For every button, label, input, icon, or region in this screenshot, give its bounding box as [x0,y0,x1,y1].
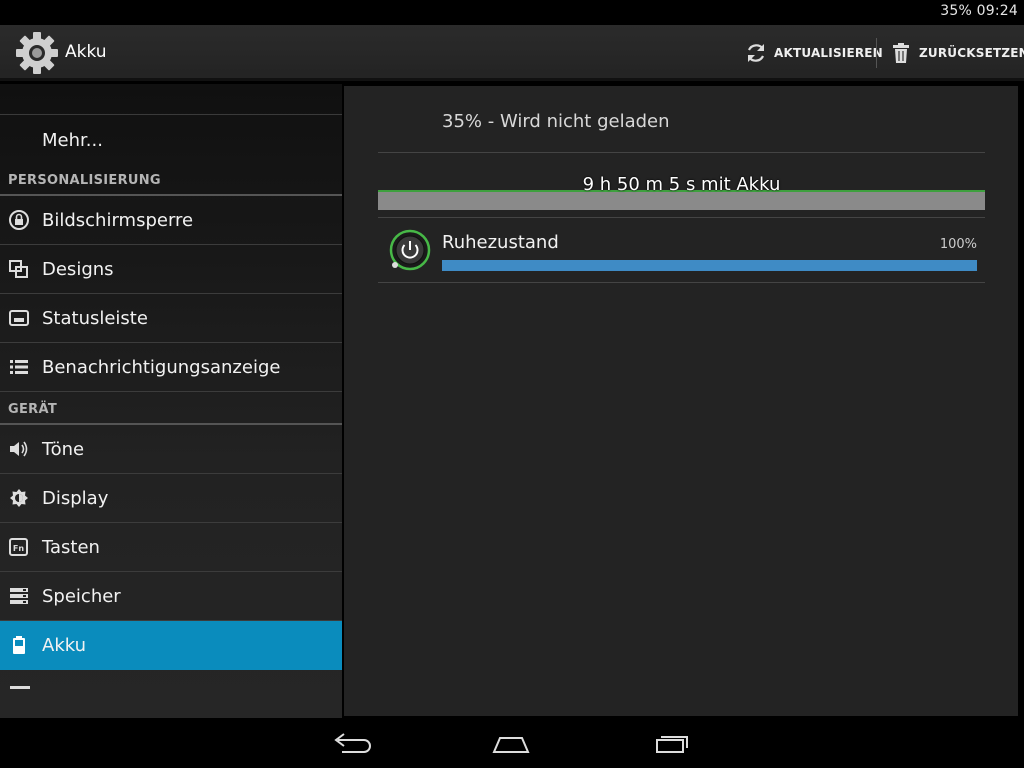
brightness-icon [10,489,28,507]
recent-apps-icon[interactable] [649,728,699,758]
reset-button[interactable]: ZURÜCKSETZEN [889,35,1024,71]
divider [378,217,985,218]
charge-status: 35% - Wird nicht geladen [442,111,670,132]
refresh-icon [748,44,764,62]
section-header-label: PERSONALISIERUNG [8,173,161,188]
speaker-icon [10,441,28,457]
status-indicators: 35% 09:24 [940,3,1018,19]
back-icon[interactable] [328,728,378,758]
lock-icon [9,210,29,230]
sidebar-item-label: Akku [42,635,87,656]
sidebar-item-notifications[interactable]: Benachrichtigungsanzeige [0,343,342,392]
sidebar-item-label: Mehr... [42,130,103,151]
usage-name: Ruhezustand [442,232,559,253]
clock: 09:24 [976,3,1018,19]
usage-bar [442,260,977,271]
sidebar-item-statusbar[interactable]: Statusleiste [0,294,342,343]
battery-icon [13,636,25,654]
sidebar-item-label: Statusleiste [42,308,148,329]
power-standby-icon [389,229,431,271]
refresh-label: AKTUALISIEREN [774,46,883,60]
settings-sidebar: Mehr... PERSONALISIERUNG Bildschirmsperr… [0,84,342,718]
storage-icon [10,588,28,604]
sidebar-item-label: Bildschirmsperre [42,210,194,231]
action-divider [876,38,877,68]
trash-icon [893,43,909,63]
usage-row-standby[interactable]: Ruhezustand 100% [378,224,985,282]
sidebar-item-storage[interactable]: Speicher [0,572,342,621]
battery-detail-panel: 35% - Wird nicht geladen 9 h 50 m 5 s mi… [344,86,1018,716]
reset-label: ZURÜCKSETZEN [919,46,1024,60]
sidebar-item-keys[interactable]: Fn Tasten [0,523,342,572]
statusbar-icon [9,310,29,326]
svg-text:Fn: Fn [13,544,24,553]
page-title: Akku [65,42,107,62]
sidebar-item-more[interactable]: Mehr... [0,115,342,163]
action-bar: Akku AKTUALISIEREN ZURÜCKSETZEN [0,25,1024,81]
sidebar-item-label: Töne [42,439,85,460]
list-icon [10,360,28,374]
battery-time-label: 9 h 50 m 5 s mit Akku [582,174,781,195]
refresh-button[interactable]: AKTUALISIEREN [744,35,883,71]
section-header-personalization: PERSONALISIERUNG [0,163,342,196]
settings-gear-icon[interactable] [14,30,60,76]
sidebar-item-partial-icon [10,686,30,689]
status-bar: 35% 09:24 [0,0,1024,25]
sidebar-item-label: Speicher [42,586,121,607]
sidebar-item-label: Benachrichtigungsanzeige [42,357,281,378]
sidebar-item-label: Display [42,488,109,509]
usage-bar-fill [442,260,977,271]
divider [378,282,985,283]
home-icon[interactable] [486,728,536,758]
section-header-label: GERÄT [8,402,57,417]
sidebar-item-label: Tasten [42,537,100,558]
sidebar-item-designs[interactable]: Designs [0,245,342,294]
sidebar-item-lockscreen[interactable]: Bildschirmsperre [0,196,342,245]
divider [378,152,985,153]
usage-percent: 100% [939,237,977,252]
sidebar-item-battery[interactable]: Akku [0,621,342,670]
designs-icon [9,260,28,278]
fn-key-icon: Fn [9,538,28,556]
navigation-bar [0,718,1024,768]
battery-percent: 35% [940,3,972,19]
sidebar-item-sounds[interactable]: Töne [0,425,342,474]
sidebar-item-display[interactable]: Display [0,474,342,523]
sidebar-item-label: Designs [42,259,114,280]
sidebar-top-spacer [0,84,342,115]
section-header-device: GERÄT [0,392,342,425]
